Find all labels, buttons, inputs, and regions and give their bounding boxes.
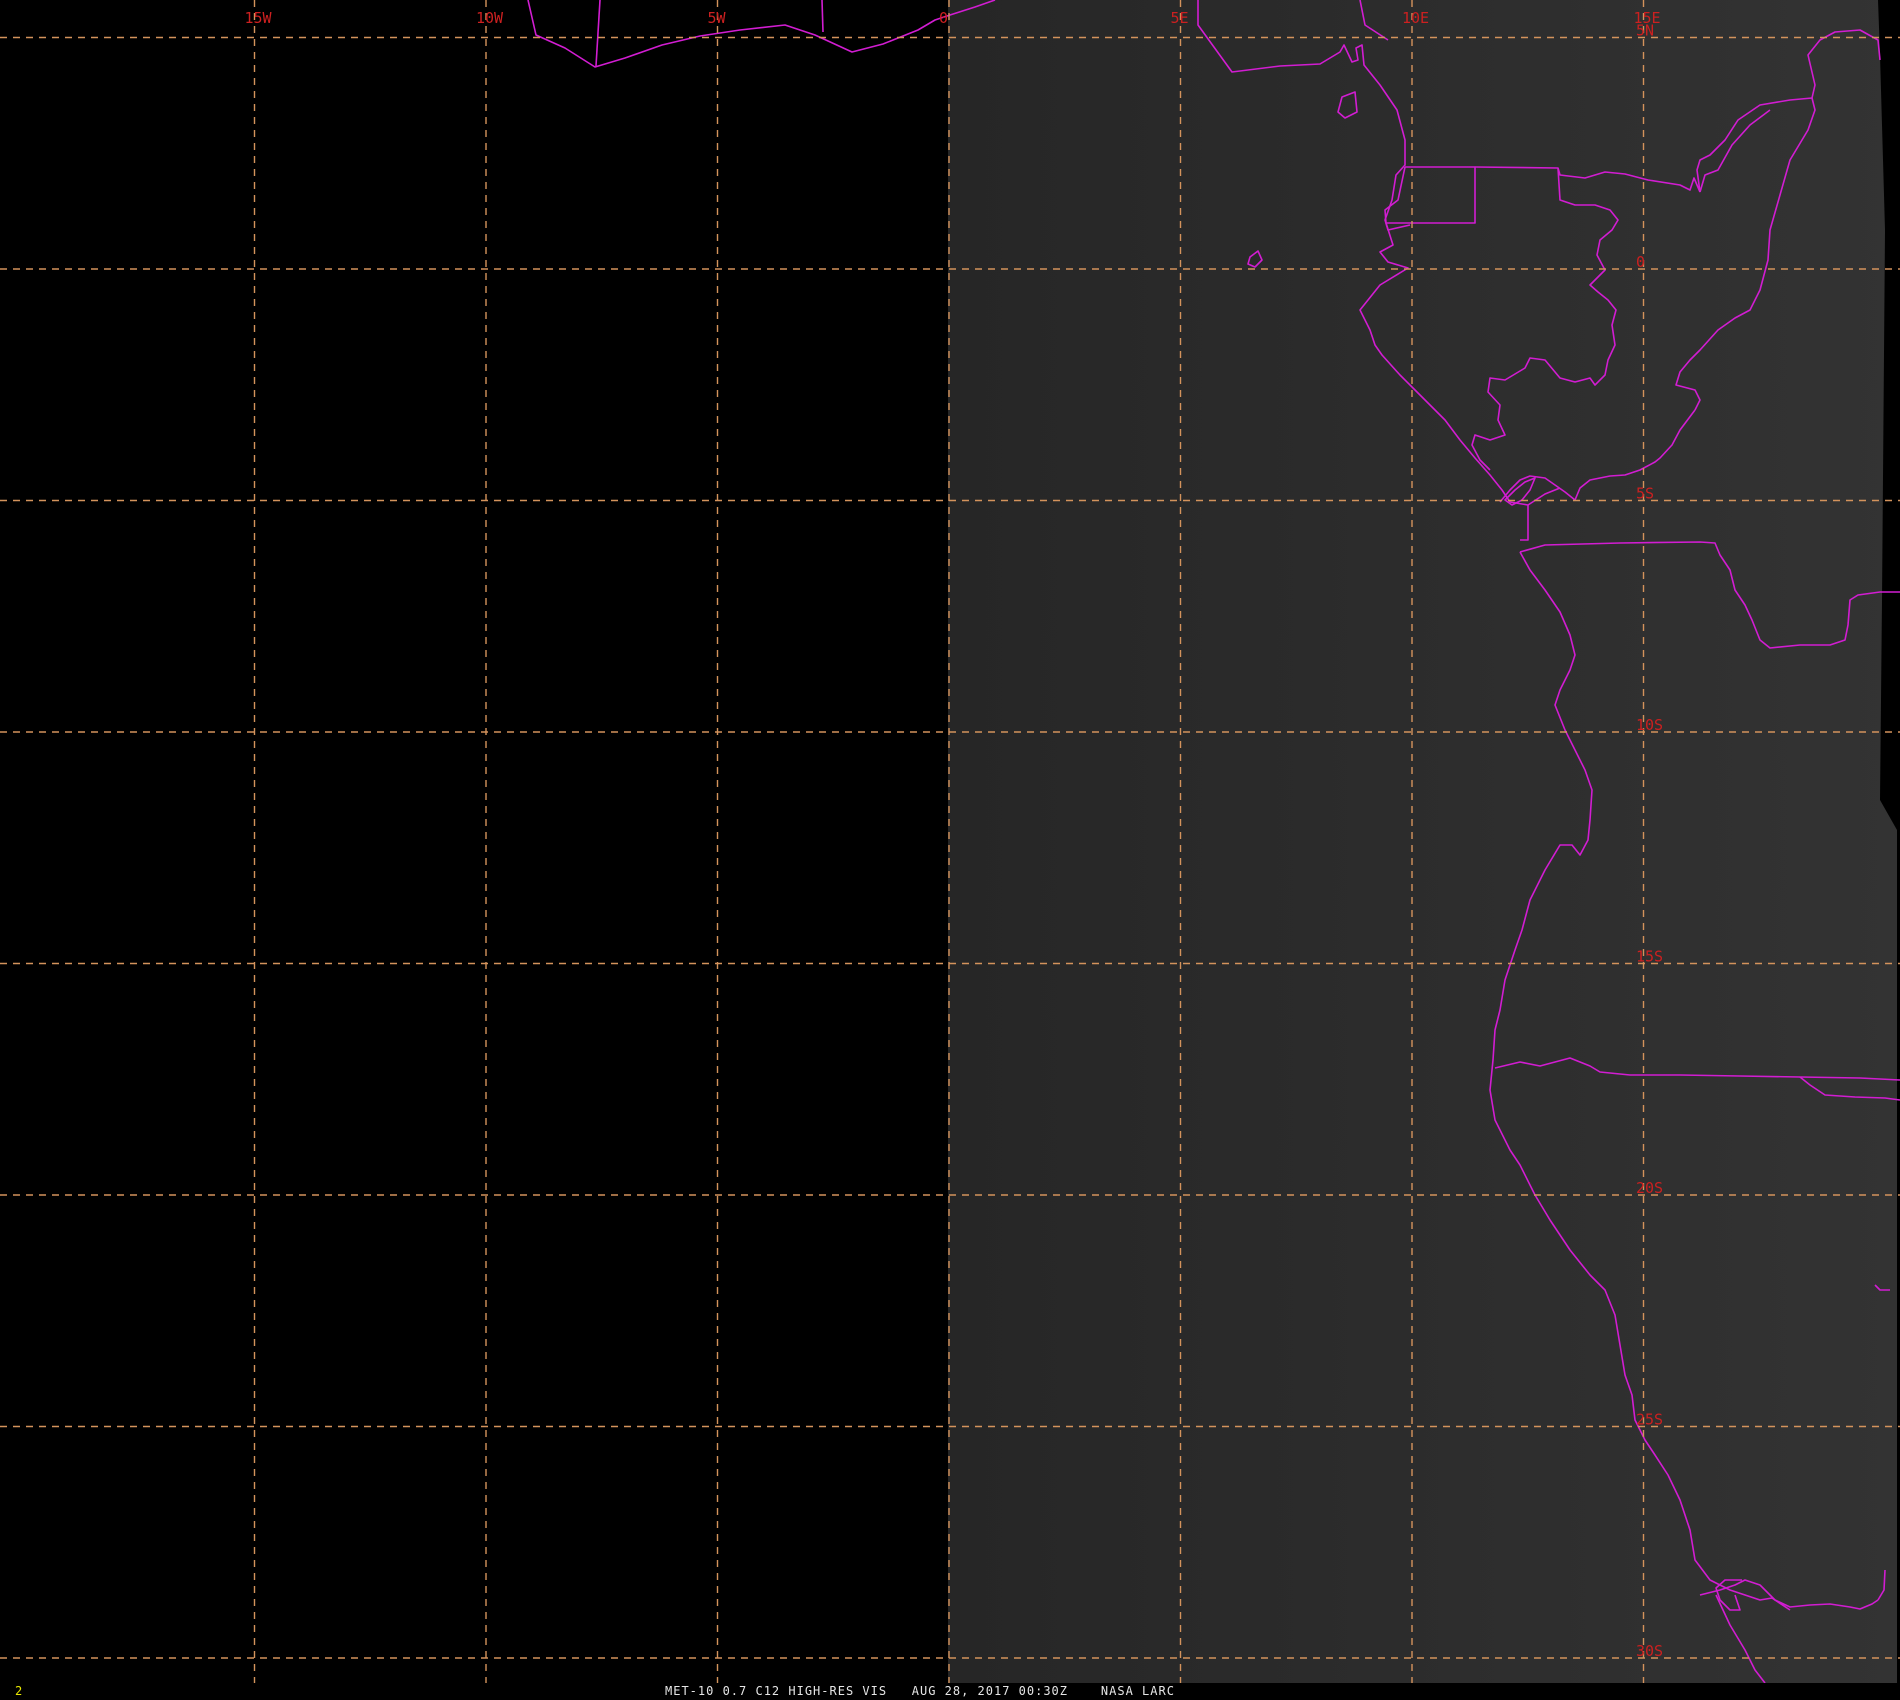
meridian-label: 5W	[708, 9, 727, 27]
satellite-image-viewer[interactable]: 15W 10W 5W 0 5E 10E 15E 5N 0 5S 10S 15S 20S 25S 30S 2 …	[0, 0, 1900, 1700]
parallel-label: 5N	[1636, 22, 1654, 40]
border-segment	[821, 0, 824, 33]
map-canvas: 15W 10W 5W 0 5E 10E 15E5N05S10S15S20S25S30S	[0, 0, 1900, 1683]
meridian-label: 10W	[476, 9, 504, 27]
daylight-region	[948, 0, 1897, 1683]
parallel-label: 30S	[1636, 1642, 1663, 1660]
meridian-label: 5E	[1171, 9, 1189, 27]
meridian-label: 10E	[1402, 9, 1429, 27]
parallel-label: 5S	[1636, 485, 1654, 503]
parallel-label: 15S	[1636, 948, 1663, 966]
parallel-label: 0	[1636, 253, 1645, 271]
product-caption: MET-10 0.7 C12 HIGH-RES VIS AUG 28, 2017…	[665, 1684, 1175, 1698]
frame-number: 2	[15, 1684, 24, 1698]
status-bar: 2 MET-10 0.7 C12 HIGH-RES VIS AUG 28, 20…	[0, 1683, 1900, 1700]
parallel-label: 25S	[1636, 1411, 1663, 1429]
meridian-label: 15W	[245, 9, 273, 27]
parallel-label: 20S	[1636, 1179, 1663, 1197]
parallel-label: 10S	[1636, 716, 1663, 734]
border-segment	[595, 0, 601, 67]
meridian-label: 0	[939, 9, 948, 27]
